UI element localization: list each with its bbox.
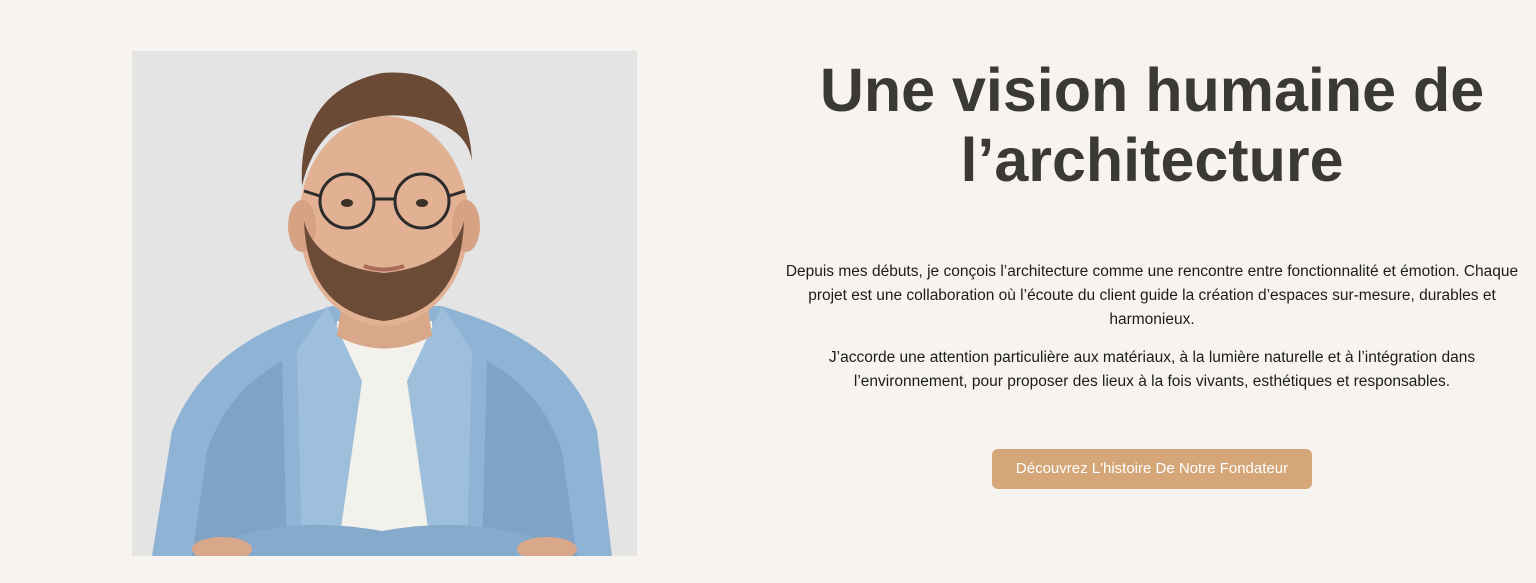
- page-title: Une vision humaine de l’architecture: [752, 55, 1536, 195]
- approach-paragraph: J’accorde une attention particulière aux…: [828, 349, 1476, 390]
- intro-paragraph: Depuis mes débuts, je conçois l’architec…: [785, 263, 1519, 328]
- title-line-1: Une vision humaine de: [819, 56, 1485, 124]
- founder-story-button[interactable]: Découvrez L'histoire De Notre Fondateur: [991, 449, 1313, 489]
- founder-portrait: [132, 51, 637, 556]
- about-section: Une vision humaine de l’architecture Dep…: [752, 55, 1536, 489]
- founder-photo-illustration: [132, 51, 637, 556]
- title-line-2: l’architecture: [960, 126, 1344, 194]
